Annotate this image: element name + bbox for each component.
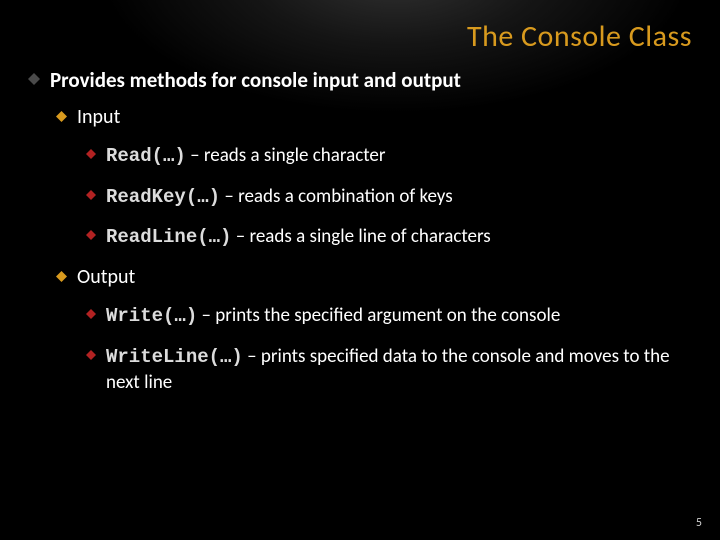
page-number: 5 <box>696 516 702 530</box>
diamond-icon <box>86 149 96 159</box>
bullet-lvl2-output: Output <box>56 265 692 289</box>
readline-line: ReadLine(…) – reads a single line of cha… <box>106 224 692 251</box>
bullet-lvl3-writeline: WriteLine(…) – prints specified data to … <box>86 344 692 396</box>
diamond-icon <box>86 230 96 240</box>
bullet-lvl3-read: Read(…) – reads a single character <box>86 143 692 170</box>
output-label: Output <box>77 265 692 289</box>
readkey-code: ReadKey(…) <box>106 186 220 208</box>
diamond-icon <box>86 190 96 200</box>
writeline-code: WriteLine(…) <box>106 346 243 368</box>
diamond-icon <box>56 271 67 282</box>
write-line: Write(…) – prints the specified argument… <box>106 303 692 330</box>
write-desc: – prints the specified argument on the c… <box>197 304 560 327</box>
read-code: Read(…) <box>106 145 186 167</box>
bullet-lvl1-intro: Provides methods for console input and o… <box>28 67 692 93</box>
readline-desc: – reads a single line of characters <box>231 225 490 248</box>
diamond-icon <box>86 350 96 360</box>
readkey-line: ReadKey(…) – reads a combination of keys <box>106 184 692 211</box>
writeline-line: WriteLine(…) – prints specified data to … <box>106 344 692 396</box>
slide-title: The Console Class <box>28 18 692 55</box>
write-code: Write(…) <box>106 305 197 327</box>
bullet-lvl3-readline: ReadLine(…) – reads a single line of cha… <box>86 224 692 251</box>
intro-text: Provides methods for console input and o… <box>50 67 692 93</box>
bullet-lvl3-readkey: ReadKey(…) – reads a combination of keys <box>86 184 692 211</box>
read-line: Read(…) – reads a single character <box>106 143 692 170</box>
readkey-desc: – reads a combination of keys <box>220 185 453 208</box>
read-desc: – reads a single character <box>186 144 386 167</box>
input-label: Input <box>77 105 692 129</box>
diamond-icon <box>28 73 40 85</box>
diamond-icon <box>56 111 67 122</box>
bullet-lvl2-input: Input <box>56 105 692 129</box>
readline-code: ReadLine(…) <box>106 226 231 248</box>
slide: The Console Class Provides methods for c… <box>0 0 720 540</box>
bullet-lvl3-write: Write(…) – prints the specified argument… <box>86 303 692 330</box>
diamond-icon <box>86 309 96 319</box>
